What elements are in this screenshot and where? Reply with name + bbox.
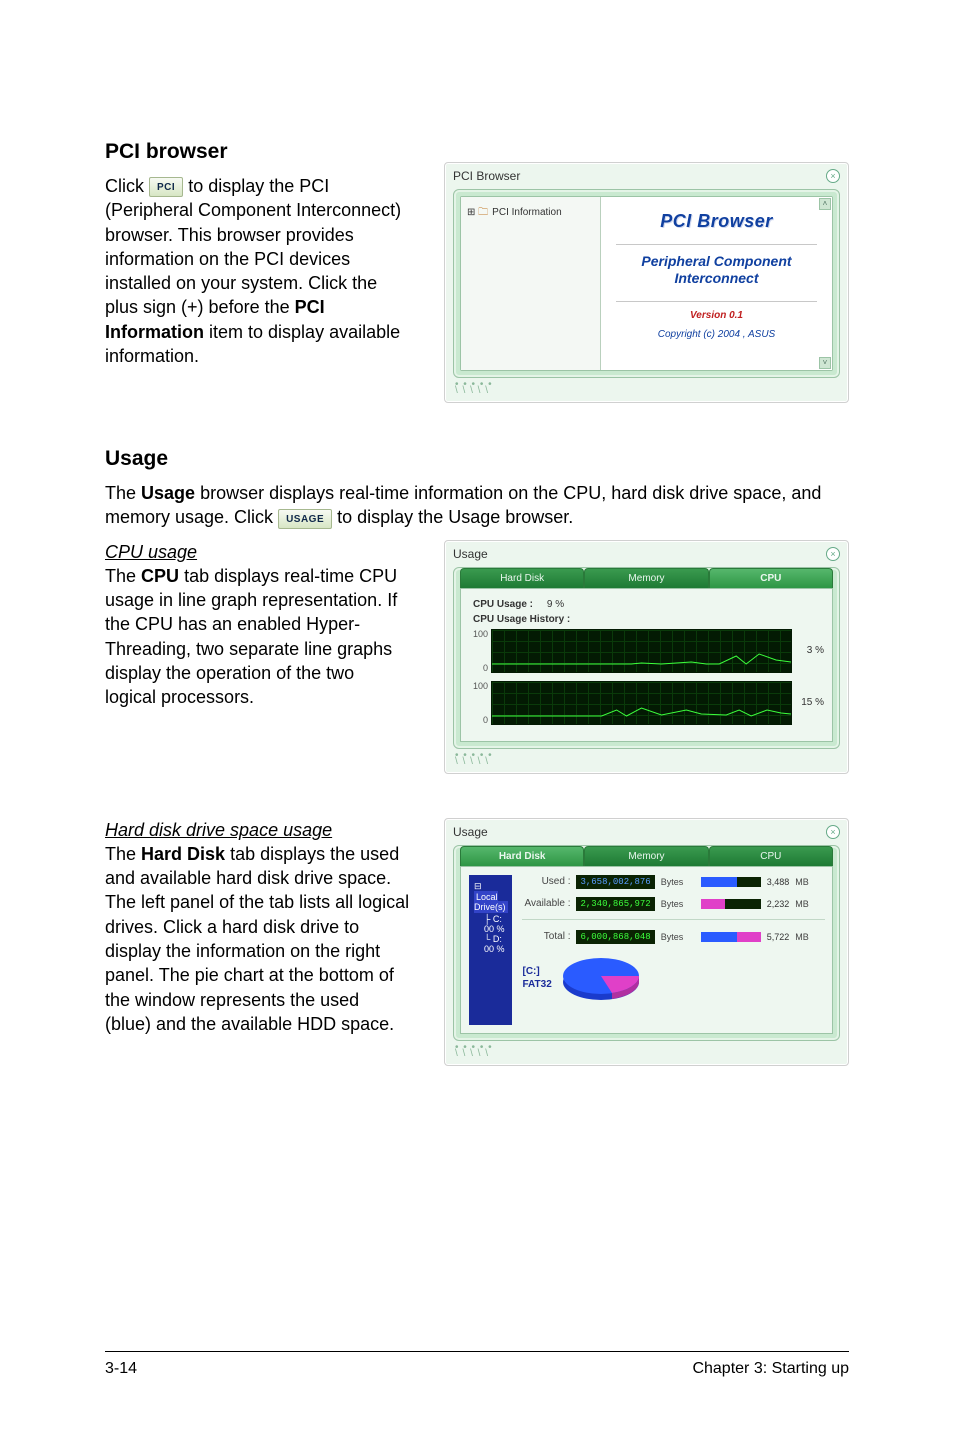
avail-bytes: 2,340,865,972 bbox=[576, 897, 654, 911]
usage-intro: The Usage browser displays real-time inf… bbox=[105, 481, 849, 530]
pci-heading: PCI browser bbox=[105, 140, 410, 164]
drive-stats: Used : 3,658,002,876 Bytes 3,488 MB Avai… bbox=[522, 875, 825, 1025]
unit: MB bbox=[795, 877, 825, 887]
tab-memory[interactable]: Memory bbox=[584, 568, 708, 588]
usage-cpu-screenshot: Usage × Hard Disk Memory CPU CPU Usage :… bbox=[444, 540, 849, 774]
pci-version: Version 0.1 bbox=[690, 310, 743, 321]
hd-usage-body: The Hard Disk tab displays the used and … bbox=[105, 842, 410, 1036]
drive-d[interactable]: D: 00 % bbox=[484, 934, 505, 954]
total-bytes: 6,000,868,048 bbox=[576, 930, 654, 944]
close-icon[interactable]: × bbox=[826, 547, 840, 561]
pie-label-a: [C:] bbox=[522, 966, 539, 977]
unit: Bytes bbox=[661, 899, 691, 909]
pci-title: PCI Browser bbox=[660, 211, 773, 232]
window-title: PCI Browser bbox=[453, 169, 520, 183]
tab-cpu[interactable]: CPU bbox=[709, 846, 833, 866]
resize-grip: • • • • •\ \ \ \ \ bbox=[453, 749, 840, 765]
used-mb: 3,488 bbox=[767, 877, 790, 887]
used-bytes: 3,658,002,876 bbox=[576, 875, 654, 889]
tab-hard-disk[interactable]: Hard Disk bbox=[460, 846, 584, 866]
usage-hd-screenshot: Usage × Hard Disk Memory CPU ⊟ Local Dri… bbox=[444, 818, 849, 1066]
pci-copyright: Copyright (c) 2004 , ASUS bbox=[658, 329, 775, 340]
pci-sub1: Peripheral Component bbox=[641, 253, 791, 269]
drive-root[interactable]: Local Drive(s) bbox=[474, 891, 508, 913]
txt: tab displays real-time CPU usage in line… bbox=[105, 566, 397, 707]
cpu-graph-1-pct: 3 % bbox=[792, 629, 824, 673]
txt-bold: Usage bbox=[141, 483, 195, 503]
cpu-graph-2: 1000 15 % bbox=[469, 681, 824, 725]
tab-hard-disk[interactable]: Hard Disk bbox=[460, 568, 584, 588]
scroll-down-icon[interactable]: ˅ bbox=[819, 357, 831, 369]
pci-browser-screenshot: PCI Browser × ⊞ 🗀PCI Information ˄ PCI B… bbox=[444, 162, 849, 403]
txt: The bbox=[105, 566, 141, 586]
pci-tree[interactable]: ⊞ 🗀PCI Information bbox=[461, 197, 601, 370]
chapter-title: Chapter 3: Starting up bbox=[692, 1360, 849, 1378]
cpu-usage-body: The CPU tab displays real-time CPU usage… bbox=[105, 564, 410, 710]
txt-bold: Hard Disk bbox=[141, 844, 225, 864]
txt: to display the Usage browser. bbox=[337, 507, 573, 527]
pci-main-panel: ˄ PCI Browser Peripheral Component Inter… bbox=[601, 197, 832, 370]
usage-button-image: USAGE bbox=[278, 509, 332, 529]
txt: The bbox=[105, 483, 141, 503]
drive-c[interactable]: C: 00 % bbox=[484, 914, 505, 934]
unit: Bytes bbox=[661, 932, 691, 942]
page-footer: 3-14 Chapter 3: Starting up bbox=[105, 1351, 849, 1378]
cpu-usage-label: CPU Usage : bbox=[473, 599, 533, 610]
pie-label-b: FAT32 bbox=[522, 979, 551, 990]
txt-bold: CPU bbox=[141, 566, 179, 586]
resize-grip: • • • • •\ \ \ \ \ bbox=[453, 1041, 840, 1057]
txt: tab displays the used and available hard… bbox=[105, 844, 409, 1034]
txt: Click bbox=[105, 176, 149, 196]
cpu-graph-2-pct: 15 % bbox=[792, 681, 824, 725]
window-title: Usage bbox=[453, 547, 488, 561]
scroll-up-icon[interactable]: ˄ bbox=[819, 198, 831, 210]
close-icon[interactable]: × bbox=[826, 169, 840, 183]
cpu-usage-subhead: CPU usage bbox=[105, 540, 410, 564]
avail-label: Available : bbox=[522, 898, 570, 909]
pci-button-image: PCI bbox=[149, 177, 183, 197]
txt: to display the PCI (Peripheral Component… bbox=[105, 176, 401, 317]
cpu-history-label: CPU Usage History : bbox=[473, 614, 570, 625]
unit: MB bbox=[795, 932, 825, 942]
total-mb: 5,722 bbox=[767, 932, 790, 942]
close-icon[interactable]: × bbox=[826, 825, 840, 839]
cpu-graph-1: 1000 3 % bbox=[469, 629, 824, 673]
pie-chart-icon bbox=[560, 952, 642, 1004]
folder-icon: 🗀 bbox=[478, 207, 488, 218]
tree-item[interactable]: PCI Information bbox=[492, 207, 561, 218]
pci-body: Click PCI to display the PCI (Peripheral… bbox=[105, 174, 410, 368]
drive-tree[interactable]: ⊟ Local Drive(s) ├ C: 00 % └ D: 00 % bbox=[469, 875, 512, 1025]
hd-usage-subhead: Hard disk drive space usage bbox=[105, 818, 410, 842]
total-label: Total : bbox=[522, 931, 570, 942]
page-number: 3-14 bbox=[105, 1360, 137, 1378]
txt: The bbox=[105, 844, 141, 864]
used-label: Used : bbox=[522, 876, 570, 887]
resize-grip: • • • • •\ \ \ \ \ bbox=[453, 378, 840, 394]
avail-mb: 2,232 bbox=[767, 899, 790, 909]
tab-cpu[interactable]: CPU bbox=[709, 568, 833, 588]
cpu-usage-value: 9 % bbox=[547, 599, 564, 610]
unit: MB bbox=[795, 899, 825, 909]
tab-memory[interactable]: Memory bbox=[584, 846, 708, 866]
usage-heading: Usage bbox=[105, 447, 849, 471]
window-title: Usage bbox=[453, 825, 488, 839]
unit: Bytes bbox=[661, 877, 691, 887]
pci-sub2: Interconnect bbox=[674, 270, 758, 286]
